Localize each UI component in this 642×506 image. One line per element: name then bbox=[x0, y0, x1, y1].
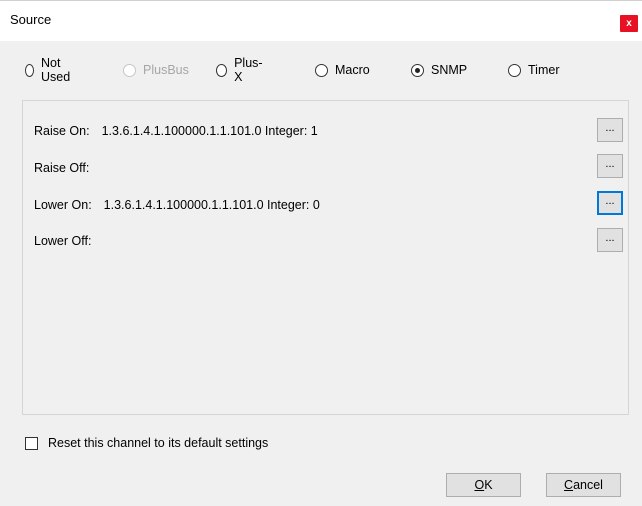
radio-label: PlusBus bbox=[143, 63, 189, 77]
radio-circle-icon bbox=[123, 63, 136, 77]
cancel-button[interactable]: Cancel bbox=[546, 473, 621, 497]
radio-circle-icon bbox=[216, 63, 228, 77]
radio-circle-icon bbox=[411, 63, 424, 77]
raise-on-row: Raise On: 1.3.6.1.4.1.100000.1.1.101.0 I… bbox=[34, 122, 318, 140]
radio-macro[interactable]: Macro bbox=[315, 61, 370, 79]
reset-defaults-option[interactable]: Reset this channel to its default settin… bbox=[25, 435, 268, 451]
raise-on-label: Raise On: bbox=[34, 124, 90, 138]
lower-on-value: 1.3.6.1.4.1.100000.1.1.101.0 Integer: 0 bbox=[103, 198, 320, 212]
reset-defaults-label: Reset this channel to its default settin… bbox=[48, 436, 269, 450]
radio-plus-x[interactable]: Plus-X bbox=[216, 56, 264, 84]
radio-label: Macro bbox=[335, 63, 370, 77]
lower-off-label: Lower Off: bbox=[34, 234, 92, 248]
window-title: Source bbox=[10, 12, 52, 27]
lower-off-browse-button[interactable]: ... bbox=[597, 228, 623, 252]
reset-defaults-checkbox[interactable] bbox=[25, 436, 38, 450]
raise-off-row: Raise Off: bbox=[34, 159, 101, 177]
radio-timer[interactable]: Timer bbox=[508, 61, 559, 79]
radio-not-used[interactable]: Not Used bbox=[25, 56, 74, 84]
close-button[interactable]: x bbox=[620, 15, 638, 32]
cancel-mnemonic: C bbox=[564, 478, 574, 492]
ok-mnemonic: O bbox=[474, 478, 485, 492]
lower-off-row: Lower Off: bbox=[34, 232, 103, 250]
radio-label: SNMP bbox=[431, 63, 468, 77]
raise-on-value: 1.3.6.1.4.1.100000.1.1.101.0 Integer: 1 bbox=[101, 124, 318, 138]
cancel-label-rest: ancel bbox=[573, 478, 603, 492]
radio-snmp[interactable]: SNMP bbox=[411, 61, 467, 79]
radio-label: Timer bbox=[528, 63, 560, 77]
raise-on-browse-button[interactable]: ... bbox=[597, 118, 623, 142]
close-icon: x bbox=[626, 18, 632, 29]
raise-off-label: Raise Off: bbox=[34, 161, 90, 175]
lower-on-browse-button[interactable]: ... bbox=[597, 191, 623, 215]
radio-circle-icon bbox=[315, 63, 328, 77]
raise-off-browse-button[interactable]: ... bbox=[597, 154, 623, 178]
ok-button[interactable]: OK bbox=[446, 473, 521, 497]
radio-circle-icon bbox=[508, 63, 521, 77]
snmp-settings-panel: Raise On: 1.3.6.1.4.1.100000.1.1.101.0 I… bbox=[22, 100, 629, 415]
lower-on-label: Lower On: bbox=[34, 198, 92, 212]
radio-plusbus: PlusBus bbox=[123, 61, 189, 79]
title-bar: Source x bbox=[0, 0, 642, 41]
radio-circle-icon bbox=[25, 63, 34, 77]
ok-label-rest: K bbox=[484, 478, 493, 492]
lower-on-row: Lower On: 1.3.6.1.4.1.100000.1.1.101.0 I… bbox=[34, 196, 320, 214]
radio-label: Not Used bbox=[41, 56, 71, 84]
radio-label: Plus-X bbox=[234, 56, 263, 84]
